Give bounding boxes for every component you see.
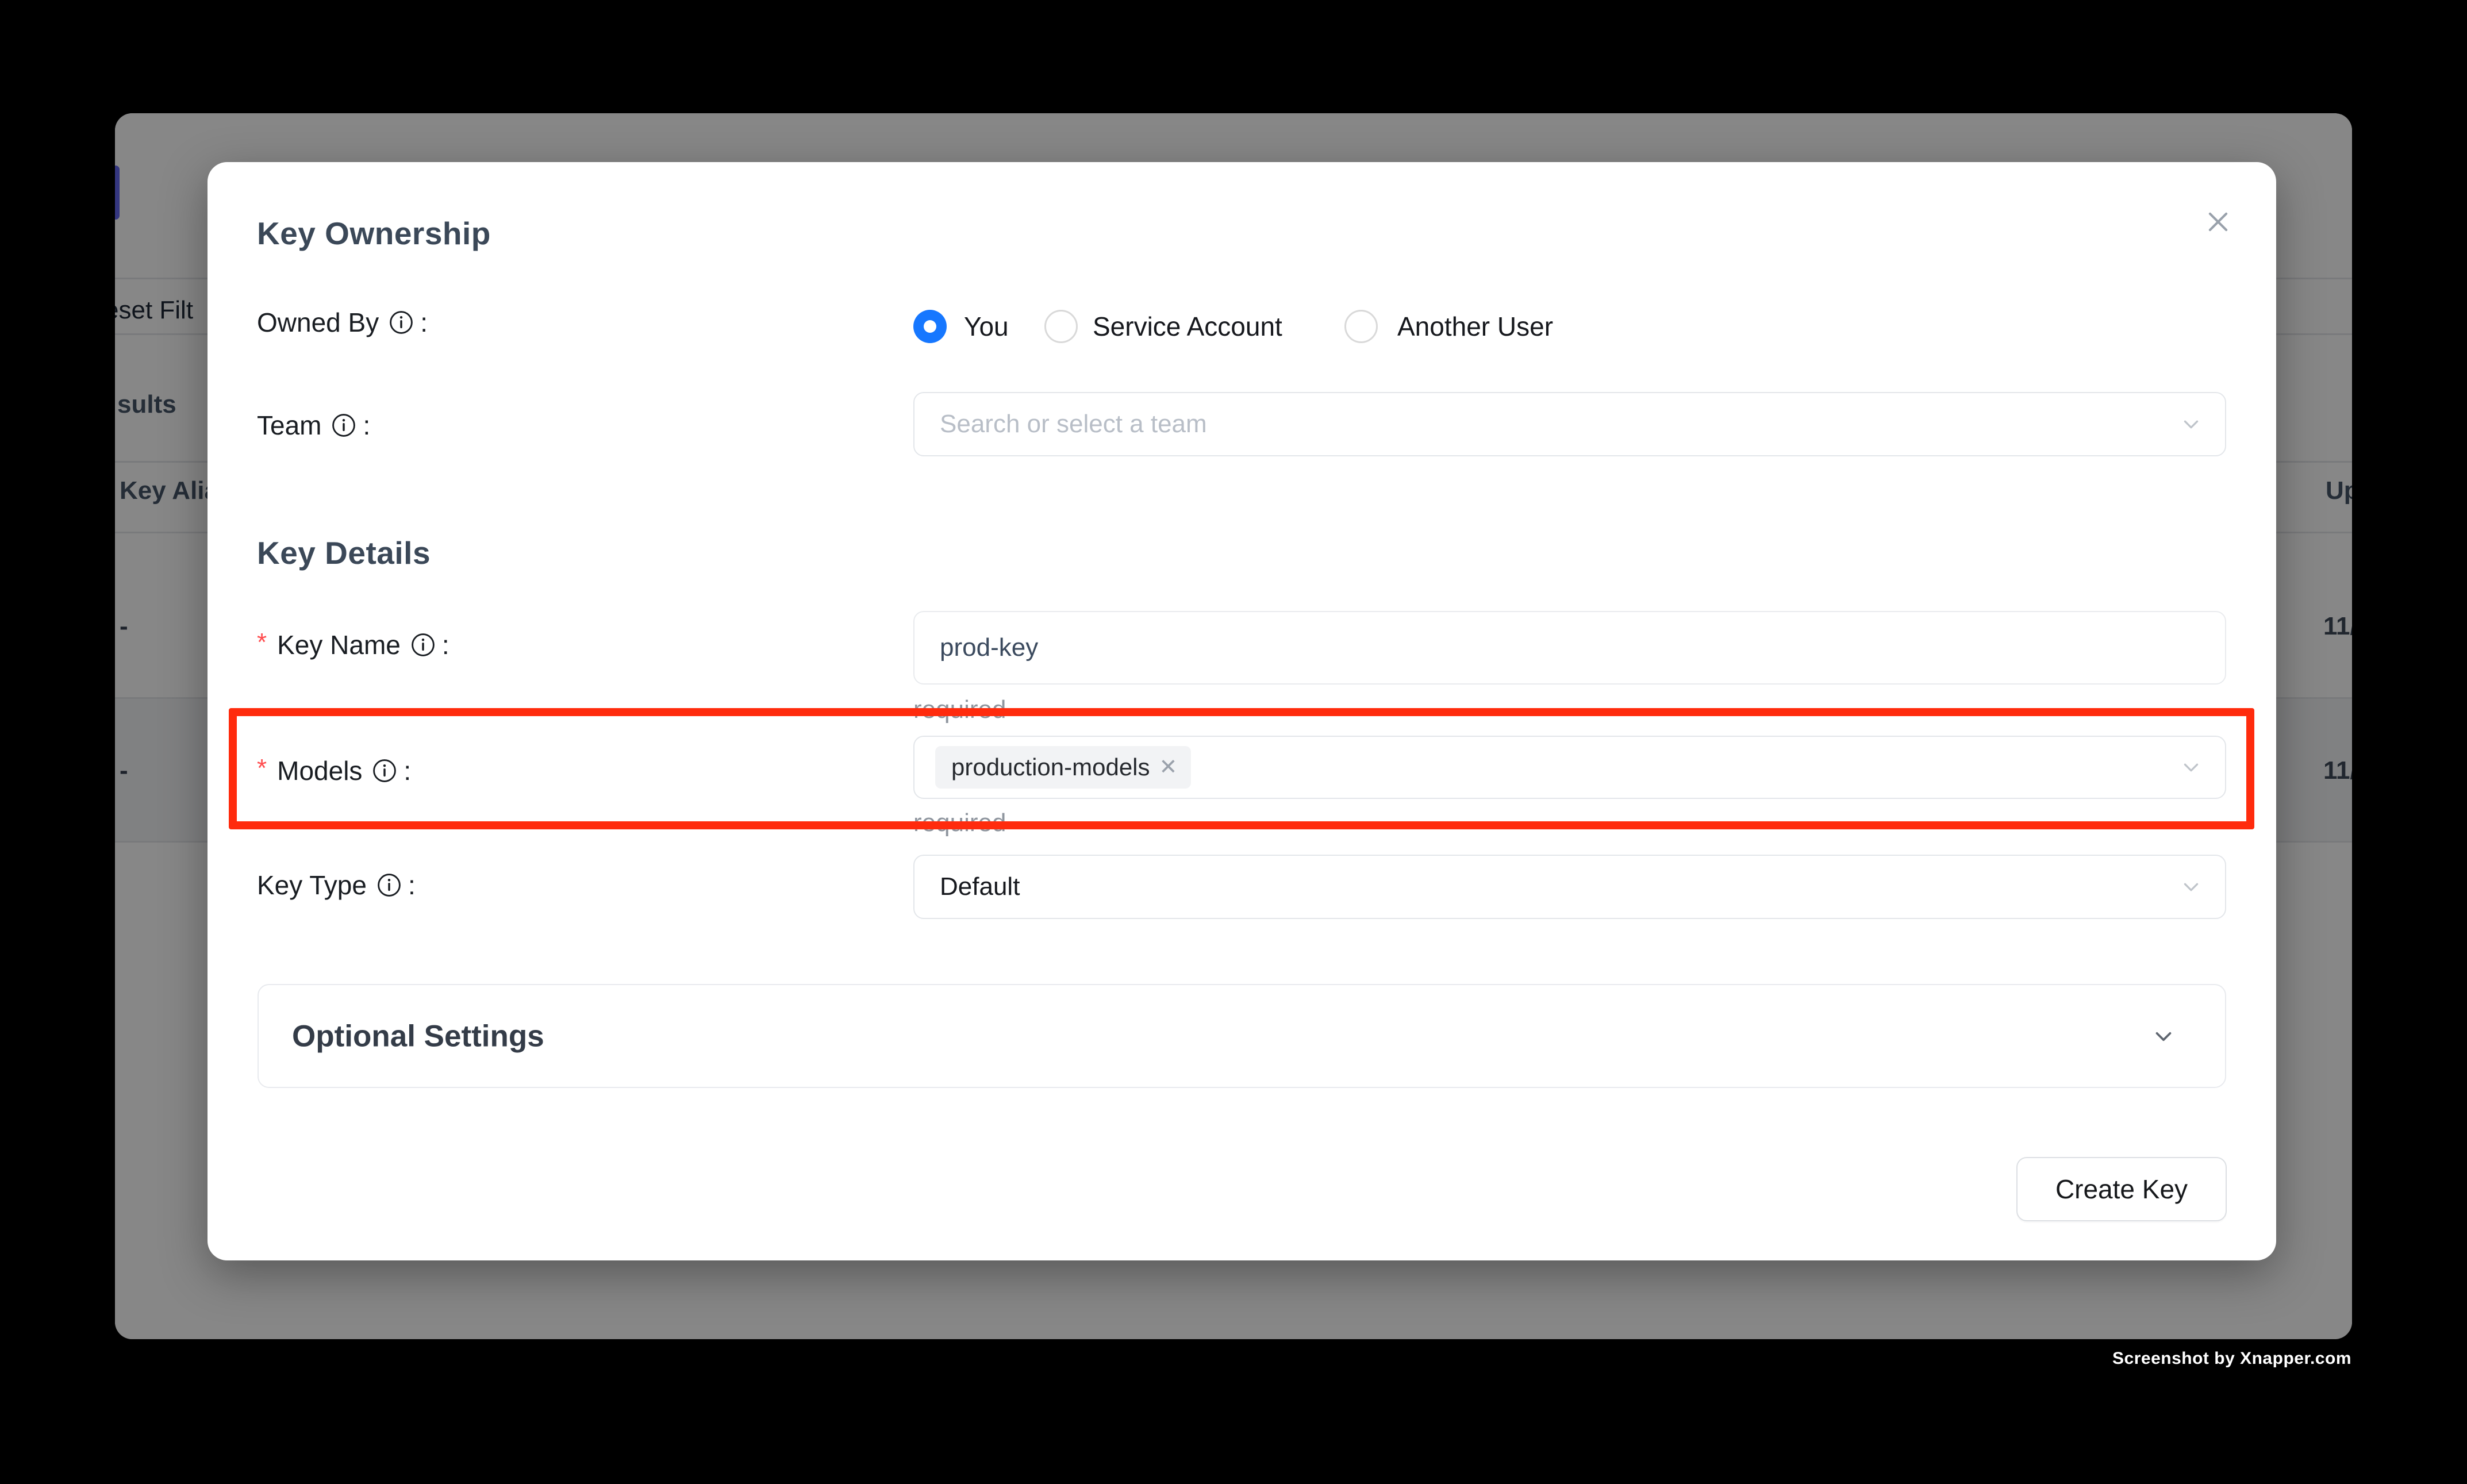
chevron-down-icon	[2178, 874, 2204, 900]
create-key-modal: Key Ownership Owned By : You Service Acc…	[207, 162, 2276, 1260]
radio-service-account-label[interactable]: Service Account	[1093, 309, 1282, 344]
chevron-down-icon	[2149, 1022, 2178, 1051]
create-key-button[interactable]: Create Key	[2016, 1157, 2227, 1221]
radio-another-user[interactable]	[1344, 310, 1378, 343]
screenshot-canvas: eset Filt sults Key Alia Up - 11/ - 11/ …	[0, 0, 2467, 1484]
watermark-text: Screenshot by Xnapper.com	[2112, 1349, 2351, 1368]
required-asterisk: *	[257, 628, 267, 657]
key-name-value: prod-key	[940, 633, 1038, 662]
key-name-required-hint: required	[913, 695, 1006, 724]
radio-service-account[interactable]	[1044, 310, 1078, 343]
key-details-section-title: Key Details	[257, 535, 431, 571]
optional-settings-label: Optional Settings	[292, 1018, 544, 1054]
owned-by-label: Owned By :	[257, 307, 428, 338]
models-label: * Models :	[257, 755, 411, 786]
info-icon[interactable]	[410, 632, 436, 658]
required-asterisk: *	[257, 754, 267, 783]
radio-another-user-label[interactable]: Another User	[1397, 309, 1553, 344]
key-type-select[interactable]: Default	[913, 855, 2226, 919]
info-icon[interactable]	[331, 412, 357, 439]
modal-title: Key Ownership	[257, 215, 491, 252]
close-icon	[2203, 207, 2233, 237]
info-icon[interactable]	[388, 309, 414, 336]
models-select[interactable]: production-models ✕	[913, 736, 2226, 799]
key-type-value: Default	[940, 872, 1020, 901]
info-icon[interactable]	[376, 872, 402, 898]
key-name-input[interactable]: prod-key	[913, 611, 2226, 685]
selected-model-tag[interactable]: production-models ✕	[935, 746, 1191, 789]
key-name-label: * Key Name :	[257, 629, 449, 660]
team-label: Team :	[257, 410, 370, 441]
chevron-down-icon	[2178, 411, 2204, 437]
optional-settings-header[interactable]: Optional Settings	[258, 984, 2226, 1088]
chevron-down-icon	[2178, 754, 2204, 781]
info-icon[interactable]	[371, 758, 398, 784]
models-required-hint: required	[913, 809, 1006, 837]
radio-you-label[interactable]: You	[964, 309, 1009, 344]
radio-you[interactable]	[913, 310, 947, 343]
remove-tag-icon[interactable]: ✕	[1159, 756, 1178, 778]
key-type-label: Key Type :	[257, 870, 416, 901]
owned-by-radio-group: You Service Account Another User	[913, 309, 2226, 344]
team-select-placeholder: Search or select a team	[940, 410, 1207, 439]
team-select[interactable]: Search or select a team	[913, 392, 2226, 456]
close-button[interactable]	[2197, 201, 2239, 243]
